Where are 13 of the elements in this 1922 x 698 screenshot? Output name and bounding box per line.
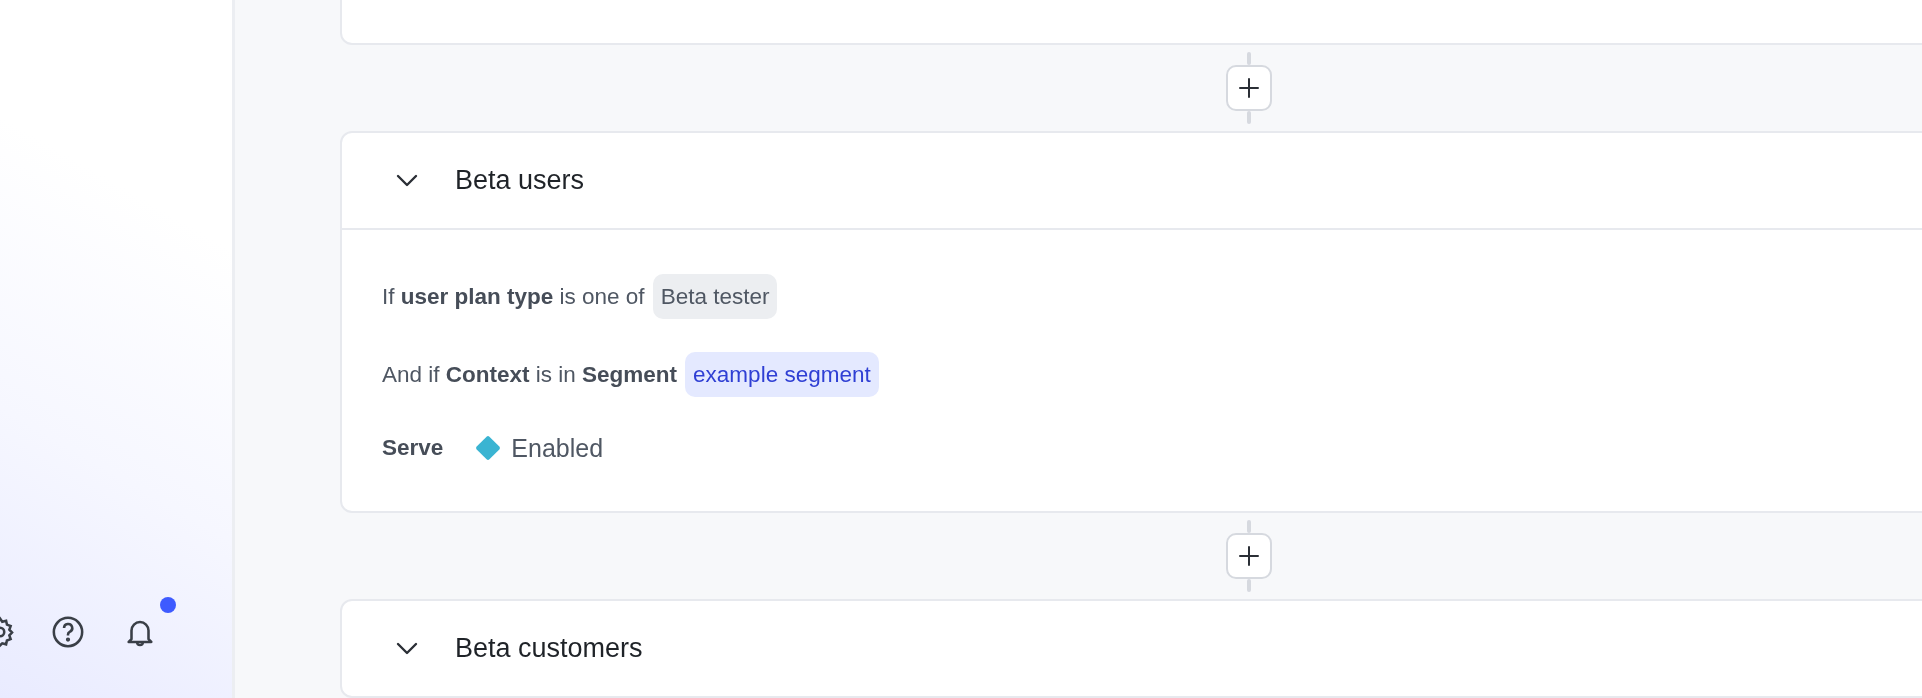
rule-title: Beta users xyxy=(455,165,585,196)
segment-tag[interactable]: example segment xyxy=(685,352,879,397)
plus-icon xyxy=(1238,77,1260,99)
condition-text: And if Context is in Segment xyxy=(382,361,678,388)
condition-text: If user plan type is one of xyxy=(382,283,645,310)
value-tag: Beta tester xyxy=(652,274,778,319)
help-icon[interactable] xyxy=(51,615,85,649)
plus-icon xyxy=(1238,545,1260,567)
rule-title: Beta customers xyxy=(455,633,643,664)
serve-label: Serve xyxy=(382,435,444,461)
variation-name: Enabled xyxy=(511,433,604,463)
add-rule-button[interactable] xyxy=(1226,533,1272,579)
add-rule-button[interactable] xyxy=(1226,65,1272,111)
